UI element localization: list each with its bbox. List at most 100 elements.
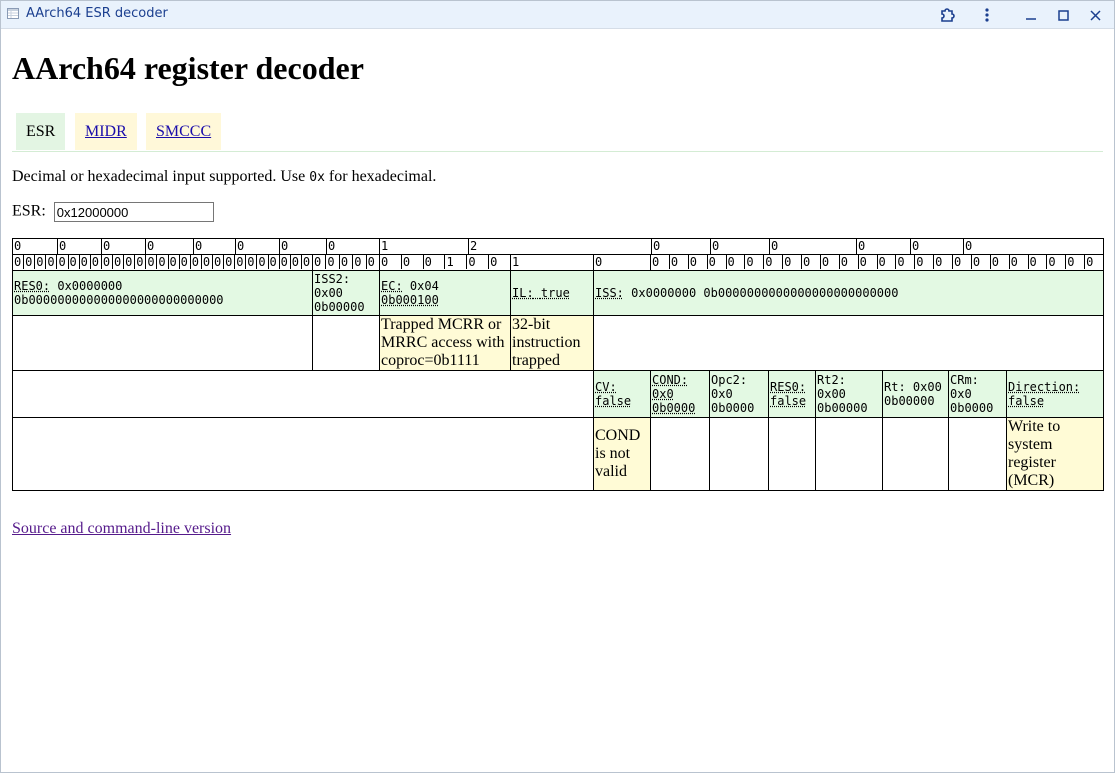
byte-group-cell: 0 <box>145 239 193 254</box>
bit-cell: 0 <box>801 255 820 269</box>
field-iss2: ISS2: 0x00 0b00000 <box>312 270 380 316</box>
bit-cell: 0 <box>234 255 244 269</box>
byte-group-cell: 0 <box>14 239 22 254</box>
byte-group-cell: 0 <box>769 239 856 254</box>
bit-cell: 0 <box>895 255 914 269</box>
bit-cell: 0 <box>933 255 952 269</box>
iss-note <box>592 315 1105 371</box>
byte-group-cell: 1 <box>379 239 468 254</box>
byte-group-cell: 0 <box>193 239 235 254</box>
maximize-icon[interactable] <box>1052 4 1074 26</box>
bit-cell: 0 <box>34 255 44 269</box>
opc2-note <box>709 417 769 491</box>
bit-cell: 0 <box>111 255 122 269</box>
field-rt2: Rt2: 0x00 0b00000 <box>815 370 883 418</box>
page-title: AArch64 register decoder <box>12 50 364 86</box>
cond-note <box>650 417 710 491</box>
bit-cell: 0 <box>488 255 509 269</box>
bit-cell: 0 <box>1008 255 1028 269</box>
bits-iss2: 00000 <box>314 255 379 269</box>
tab-esr[interactable]: ESR <box>16 113 66 150</box>
field-row: RES0: 0x0000000 0b00000000000000000000000… <box>12 270 1105 316</box>
bit-cell: 0 <box>67 255 77 269</box>
field-iss: ISS: 0x0000000 0b00000000000000000000000… <box>592 270 1105 316</box>
bit-cell: 0 <box>352 255 365 269</box>
field-cv: CV: false <box>593 370 651 418</box>
field-crm: CRm: 0x0 0b0000 <box>948 370 1007 418</box>
tab-smccc-link[interactable]: SMCCC <box>156 123 211 140</box>
byte-groups: 0000000012000000 <box>14 239 1103 254</box>
bit-cell: 0 <box>652 255 660 270</box>
byte-group-cell: 0 <box>101 239 145 254</box>
bit-cell: 0 <box>466 255 488 269</box>
window-title: AArch64 ESR decoder <box>26 6 168 21</box>
field-ec: EC: 0x04 0b000100 <box>379 270 511 316</box>
esr-input-row: ESR: <box>12 202 214 222</box>
bit-cell: 0 <box>1027 255 1047 269</box>
bits-res0: 000000000000000000000000000 <box>14 255 312 270</box>
byte-group-cell: 0 <box>856 239 910 254</box>
bit-cell: 0 <box>338 255 352 269</box>
bit-cell: 0 <box>1065 255 1084 269</box>
rt2-note <box>815 417 883 491</box>
input-help-text: Decimal or hexadecimal input supported. … <box>12 168 436 186</box>
bits-il: 1 <box>512 255 520 270</box>
bit-cell: 0 <box>134 255 144 269</box>
app-icon <box>7 8 19 19</box>
bit-row: 000000000000000000000000000 00000 000100… <box>12 254 1105 271</box>
field-direction: Direction: false <box>1005 370 1105 418</box>
bit-cell: 0 <box>989 255 1009 269</box>
bit-cell: 0 <box>211 255 222 269</box>
byte-group-cell: 2 <box>468 239 651 254</box>
source-link[interactable]: Source and command-line version <box>12 520 231 538</box>
field-iss-res0: RES0: false <box>768 370 816 418</box>
bit-cell: 0 <box>14 255 22 270</box>
byte-group-cell: 0 <box>279 239 326 254</box>
bit-cell: 0 <box>725 255 745 269</box>
bit-cell: 0 <box>744 255 763 269</box>
menu-icon[interactable] <box>976 4 998 26</box>
field-opc2: Opc2: 0x0 0b0000 <box>709 370 769 418</box>
esr-input[interactable] <box>53 202 214 222</box>
bit-cell: 0 <box>178 255 188 269</box>
decoder-table: 0000000012000000 00000000000000000000000… <box>11 238 1105 491</box>
bit-cell: 0 <box>365 255 379 269</box>
help-text-start: Decimal or hexadecimal input supported. … <box>12 168 310 185</box>
bit-cell: 0 <box>145 255 155 269</box>
bit-cell: 0 <box>300 255 311 269</box>
bit-cell: 0 <box>289 255 299 269</box>
extensions-icon[interactable] <box>936 4 958 26</box>
res0-note <box>12 315 313 371</box>
bit-cell: 0 <box>167 255 177 269</box>
title-bar: AArch64 ESR decoder <box>1 1 1114 29</box>
bit-cell: 0 <box>267 255 277 269</box>
byte-group-cell: 0 <box>326 239 379 254</box>
hex-prefix-code: 0x <box>309 170 325 185</box>
bit-cell: 0 <box>1084 255 1102 269</box>
bit-cell: 1 <box>444 255 466 269</box>
close-icon[interactable] <box>1084 4 1106 26</box>
field-res0: RES0: 0x0000000 0b00000000000000000000000… <box>12 270 313 316</box>
bit-cell: 0 <box>325 255 338 269</box>
iss2-note <box>312 315 380 371</box>
tab-midr[interactable]: MIDR <box>75 113 137 150</box>
iss-desc-spacer <box>12 417 594 491</box>
minimize-icon[interactable] <box>1020 4 1042 26</box>
field-description-row: Trapped MCRR or MRRC access with coproc=… <box>12 315 1105 371</box>
bit-cell: 0 <box>245 255 255 269</box>
help-text-end: for hexadecimal. <box>324 168 437 185</box>
bit-cell: 0 <box>668 255 688 269</box>
bit-cell: 0 <box>123 255 133 269</box>
byte-group-cell: 0 <box>235 239 279 254</box>
bit-cell: 0 <box>763 255 782 269</box>
rt-note <box>882 417 949 491</box>
tab-midr-link[interactable]: MIDR <box>85 123 127 140</box>
bit-cell: 0 <box>100 255 111 269</box>
tab-smccc[interactable]: SMCCC <box>146 113 222 150</box>
field-il: IL: true <box>510 270 594 316</box>
field-rt: Rt: 0x00 0b00000 <box>882 370 949 418</box>
byte-group-cell: 0 <box>57 239 101 254</box>
bit-cell: 0 <box>706 255 726 269</box>
byte-group-cell: 0 <box>963 239 1103 254</box>
bit-cell: 0 <box>876 255 896 269</box>
